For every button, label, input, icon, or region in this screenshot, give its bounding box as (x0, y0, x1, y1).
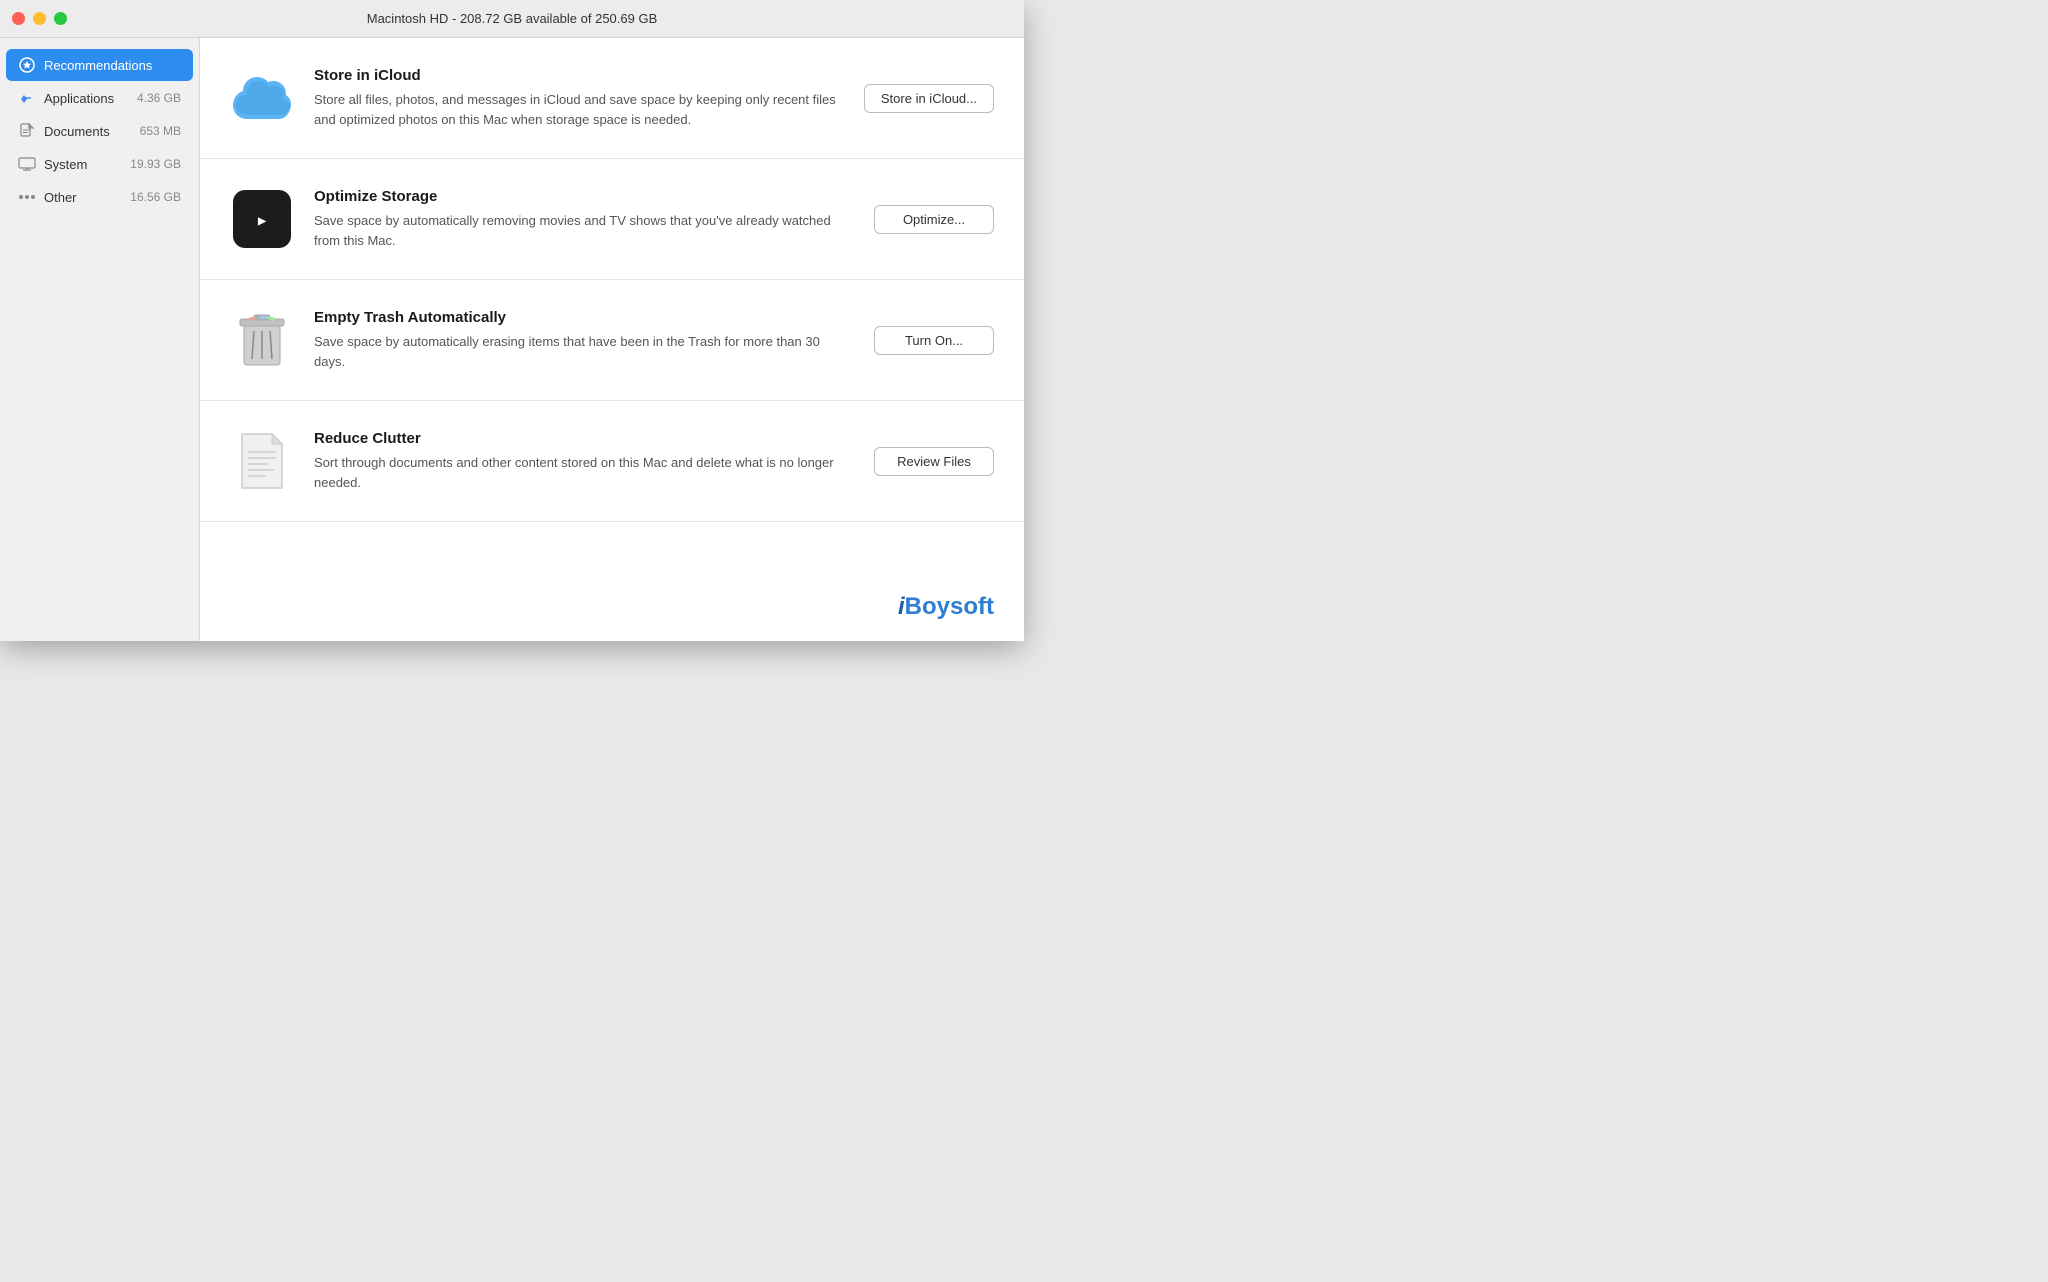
clutter-title: Reduce Clutter (314, 430, 854, 447)
applications-size: 4.36 GB (137, 91, 181, 105)
close-button[interactable] (12, 12, 25, 25)
minimize-button[interactable] (33, 12, 46, 25)
clutter-icon (230, 429, 294, 493)
other-label: Other (44, 190, 122, 205)
icloud-text: Store in iCloud Store all files, photos,… (314, 67, 844, 129)
main-container: Recommendations Applications 4.36 GB (0, 38, 1024, 641)
recommendation-optimize: ▶ Optimize Storage Save space by automat… (200, 159, 1024, 280)
sidebar-item-recommendations[interactable]: Recommendations (6, 49, 193, 81)
titlebar: Macintosh HD - 208.72 GB available of 25… (0, 0, 1024, 38)
content-area: Store in iCloud Store all files, photos,… (200, 38, 1024, 641)
documents-label: Documents (44, 124, 132, 139)
sidebar: Recommendations Applications 4.36 GB (0, 38, 200, 641)
documents-size: 653 MB (140, 124, 181, 138)
other-size: 16.56 GB (130, 190, 181, 204)
optimize-action: Optimize... (874, 205, 994, 234)
icloud-title: Store in iCloud (314, 67, 844, 84)
sidebar-item-system[interactable]: System 19.93 GB (6, 148, 193, 180)
applications-icon (18, 89, 36, 107)
system-icon (18, 155, 36, 173)
recommendation-trash: Empty Trash Automatically Save space by … (200, 280, 1024, 401)
optimize-text: Optimize Storage Save space by automatic… (314, 188, 854, 250)
window-controls (12, 12, 67, 25)
other-icon (18, 188, 36, 206)
clutter-description: Sort through documents and other content… (314, 453, 854, 492)
icloud-icon (230, 66, 294, 130)
recommendation-clutter: Reduce Clutter Sort through documents an… (200, 401, 1024, 522)
icloud-action: Store in iCloud... (864, 84, 994, 113)
system-size: 19.93 GB (130, 157, 181, 171)
trash-text: Empty Trash Automatically Save space by … (314, 309, 854, 371)
svg-text:▶: ▶ (257, 216, 267, 227)
iboysoft-text2: Boysoft (905, 593, 994, 620)
recommendations-icon (18, 56, 36, 74)
icloud-button[interactable]: Store in iCloud... (864, 84, 994, 113)
trash-description: Save space by automatically erasing item… (314, 332, 854, 371)
applications-label: Applications (44, 91, 129, 106)
sidebar-item-documents[interactable]: Documents 653 MB (6, 115, 193, 147)
recommendation-icloud: Store in iCloud Store all files, photos,… (200, 38, 1024, 159)
iboysoft-watermark: iBoysoft (898, 593, 994, 621)
maximize-button[interactable] (54, 12, 67, 25)
window-title: Macintosh HD - 208.72 GB available of 25… (367, 11, 658, 26)
optimize-description: Save space by automatically removing mov… (314, 211, 854, 250)
trash-icon (230, 308, 294, 372)
optimize-title: Optimize Storage (314, 188, 854, 205)
system-label: System (44, 157, 122, 172)
recommendations-label: Recommendations (44, 58, 181, 73)
documents-icon (18, 122, 36, 140)
clutter-action: Review Files (874, 447, 994, 476)
optimize-button[interactable]: Optimize... (874, 205, 994, 234)
iboysoft-text: i (898, 593, 905, 620)
sidebar-item-other[interactable]: Other 16.56 GB (6, 181, 193, 213)
review-files-button[interactable]: Review Files (874, 447, 994, 476)
trash-button[interactable]: Turn On... (874, 326, 994, 355)
sidebar-item-applications[interactable]: Applications 4.36 GB (6, 82, 193, 114)
clutter-text: Reduce Clutter Sort through documents an… (314, 430, 854, 492)
trash-action: Turn On... (874, 326, 994, 355)
appletv-icon: ▶ (230, 187, 294, 251)
trash-title: Empty Trash Automatically (314, 309, 854, 326)
icloud-description: Store all files, photos, and messages in… (314, 90, 844, 129)
